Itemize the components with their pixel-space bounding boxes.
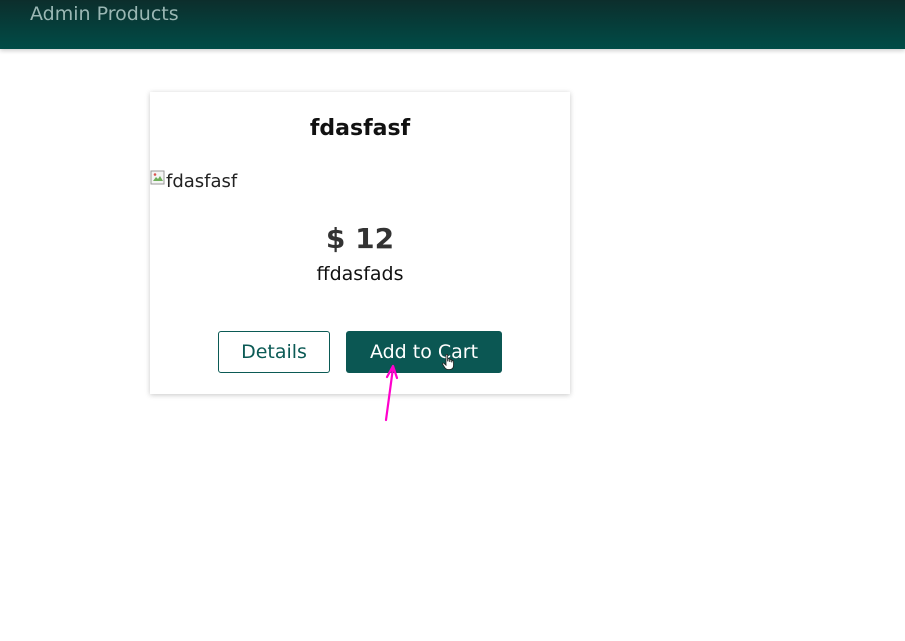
- top-navbar: Admin Products: [0, 0, 905, 49]
- details-button[interactable]: Details: [218, 331, 330, 373]
- add-to-cart-button[interactable]: Add to Cart: [346, 331, 502, 373]
- annotation-arrow-icon: [384, 364, 399, 422]
- broken-image-icon: [150, 170, 166, 186]
- product-image-alt-text: fdasfasf: [166, 171, 238, 192]
- product-title: fdasfasf: [309, 116, 411, 141]
- product-price: $ 12: [325, 222, 395, 255]
- product-card: fdasfasf fdasfasf $ 12 ffdasfads Details…: [150, 92, 570, 394]
- product-description: ffdasfads: [316, 263, 404, 285]
- product-image: fdasfasf: [150, 170, 237, 194]
- hand-cursor-icon: [442, 354, 454, 370]
- nav-link-admin-products[interactable]: Admin Products: [30, 2, 179, 26]
